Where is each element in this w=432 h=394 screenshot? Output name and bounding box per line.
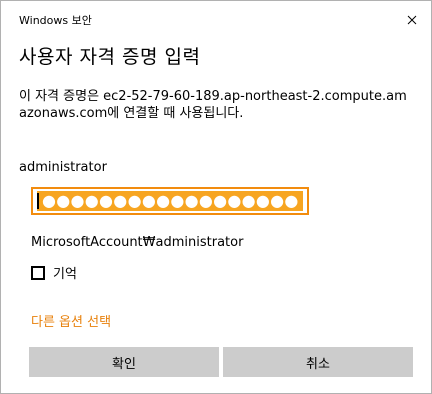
dialog-heading: 사용자 자격 증명 입력: [19, 46, 201, 68]
dialog-footer: 확인 취소: [29, 347, 413, 377]
text-caret: [37, 193, 39, 209]
remember-checkbox[interactable]: [31, 265, 45, 280]
ok-button[interactable]: 확인: [29, 347, 219, 377]
close-button[interactable]: [399, 7, 425, 31]
dialog-description: 이 자격 증명은 ec2-52-79-60-189.ap-northeast-2…: [19, 89, 407, 121]
credential-dialog: Windows 보안 사용자 자격 증명 입력 이 자격 증명은 ec2-52-…: [0, 0, 432, 394]
remember-checkbox-row[interactable]: 기억: [31, 263, 77, 282]
password-mask: ●●●●●●●●●●●●●●●●●●: [42, 191, 299, 210]
domain-user-label: MicrosoftAccount₩administrator: [31, 235, 244, 250]
cancel-button[interactable]: 취소: [223, 347, 413, 377]
password-selection: ●●●●●●●●●●●●●●●●●●: [37, 191, 303, 211]
username-label: administrator: [19, 160, 107, 175]
remember-label: 기억: [53, 267, 77, 282]
more-options-link[interactable]: 다른 옵션 선택: [31, 311, 111, 330]
close-icon: [407, 10, 417, 29]
password-input[interactable]: ●●●●●●●●●●●●●●●●●●: [31, 187, 309, 215]
window-title: Windows 보안: [19, 14, 92, 27]
title-bar: Windows 보안: [1, 1, 431, 33]
